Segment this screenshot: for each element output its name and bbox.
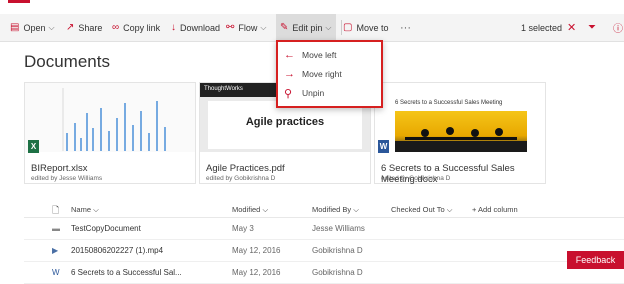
info-button[interactable]: ⓘ (613, 14, 624, 41)
card-editor: edited by Jesse Williams (31, 175, 103, 182)
download-button[interactable]: ↓ Download (171, 14, 220, 41)
download-label: Download (180, 22, 221, 33)
edit-pin-button[interactable]: ✎ Edit pin ⌵ (276, 14, 336, 41)
open-button[interactable]: ▤ Open ⌵ (10, 14, 55, 41)
item-modified-by: Jesse Williams (312, 224, 365, 233)
selected-count: 1 selected (521, 22, 563, 33)
top-header (0, 0, 624, 14)
list-item[interactable]: W 6 Secrets to a Successful Sal... May 1… (24, 263, 624, 284)
spreadsheet-thumbnail (25, 83, 195, 152)
flow-button[interactable]: ⚯ Flow ⌵ (226, 14, 266, 41)
pin-icon: ✎ (280, 22, 289, 33)
card-name: Agile Practices.pdf (206, 163, 285, 174)
thumb-brand: ThoughtWorks (204, 86, 243, 92)
menu-item-label: Unpin (302, 88, 325, 98)
column-modified[interactable]: Modified ⌵ (232, 205, 268, 215)
open-icon: ▤ (10, 22, 20, 33)
item-modified: May 12, 2016 (232, 246, 281, 255)
item-modified: May 12, 2016 (232, 268, 281, 277)
item-name[interactable]: TestCopyDocument (71, 224, 141, 233)
folder-icon: ▬ (52, 224, 60, 233)
chevron-down-icon: ⌵ (48, 22, 55, 32)
arrow-right-icon: → (284, 68, 295, 80)
item-name[interactable]: 20150806202227 (1).mp4 (71, 246, 163, 255)
more-button[interactable]: ··· (400, 14, 411, 41)
card-editor: edited by Gobikrishna D (206, 175, 276, 182)
command-bar: ▤ Open ⌵ ↗ Share ∞ Copy link ↓ Download … (0, 14, 624, 42)
card-thumbnail (25, 83, 195, 152)
share-label: Share (78, 22, 103, 33)
edit-pin-menu: ← Move left → Move right ⚲ Unpin (276, 40, 383, 108)
edit-pin-label: Edit pin (292, 22, 323, 33)
move-to-button[interactable]: ▢ Move to (343, 14, 388, 41)
menu-item-move-right[interactable]: → Move right (284, 67, 342, 81)
meeting-photo (395, 111, 527, 152)
share-button[interactable]: ↗ Share (66, 14, 102, 41)
card-thumbnail: 6 Secrets to a Successful Sales Meeting (375, 83, 545, 152)
file-type-icon: 🗋 (52, 205, 60, 215)
move-icon: ▢ (343, 22, 353, 33)
item-name[interactable]: 6 Secrets to a Successful Sal... (71, 268, 182, 277)
excel-icon: X (28, 140, 39, 153)
move-to-label: Move to (356, 22, 389, 33)
share-icon: ↗ (66, 22, 75, 33)
pinned-card-secrets[interactable]: 6 Secrets to a Successful Sales Meeting … (374, 82, 546, 185)
chevron-down-icon: ⌵ (325, 22, 332, 32)
column-name[interactable]: Name ⌵ (71, 205, 99, 215)
filter-button[interactable]: ⏷ (588, 14, 600, 41)
download-icon: ↓ (171, 22, 176, 33)
feedback-button[interactable]: Feedback (567, 251, 624, 269)
column-checked-out-to[interactable]: Checked Out To ⌵ (391, 205, 452, 215)
menu-item-label: Move left (302, 50, 337, 60)
pinned-card-bireport[interactable]: X BIReport.xlsx edited by Jesse Williams (24, 82, 196, 184)
item-modified-by: Gobikrishna D (312, 246, 363, 255)
menu-item-move-left[interactable]: ← Move left (284, 48, 337, 62)
pdf-slide: Agile practices (208, 101, 362, 149)
list-item[interactable]: ▶ 20150806202227 (1).mp4 May 12, 2016 Go… (24, 241, 624, 262)
close-icon[interactable]: ✕ (567, 21, 576, 34)
thumb-title: Agile practices (245, 116, 325, 128)
card-editor: edited by Gobikrishna D (381, 175, 451, 182)
menu-item-label: Move right (302, 69, 342, 79)
flow-label: Flow (238, 22, 258, 33)
page-title: Documents (24, 52, 110, 71)
copy-link-label: Copy link (123, 22, 161, 33)
info-icon: ⓘ (613, 24, 623, 35)
menu-item-unpin[interactable]: ⚲ Unpin (284, 86, 324, 100)
toolbar-divider (341, 20, 342, 35)
filter-icon: ⏷ (588, 22, 596, 33)
word-file-icon: W (52, 268, 60, 277)
link-icon: ∞ (112, 22, 120, 33)
arrow-left-icon: ← (284, 49, 295, 61)
item-modified-by: Gobikrishna D (312, 268, 363, 277)
more-label: ··· (400, 21, 411, 34)
word-icon: W (378, 140, 389, 153)
list-item[interactable]: ▬ TestCopyDocument May 3 Jesse Williams (24, 219, 624, 240)
column-modified-by[interactable]: Modified By ⌵ (312, 205, 359, 215)
list-header: 🗋 Name ⌵ Modified ⌵ Modified By ⌵ Checke… (24, 199, 624, 218)
chevron-down-icon: ⌵ (260, 22, 267, 32)
copy-link-button[interactable]: ∞ Copy link (112, 14, 160, 41)
flow-icon: ⚯ (226, 22, 235, 33)
open-label: Open (23, 22, 46, 33)
add-column-button[interactable]: + Add column (472, 205, 518, 214)
item-modified: May 3 (232, 224, 254, 233)
unpin-icon: ⚲ (284, 87, 293, 100)
selection-status: 1 selected ✕ (521, 14, 576, 41)
silhouette-image (395, 127, 527, 152)
card-name: BIReport.xlsx (31, 163, 88, 174)
thumb-title: 6 Secrets to a Successful Sales Meeting (395, 100, 503, 106)
brand-strip (8, 0, 30, 3)
video-file-icon: ▶ (52, 246, 59, 255)
